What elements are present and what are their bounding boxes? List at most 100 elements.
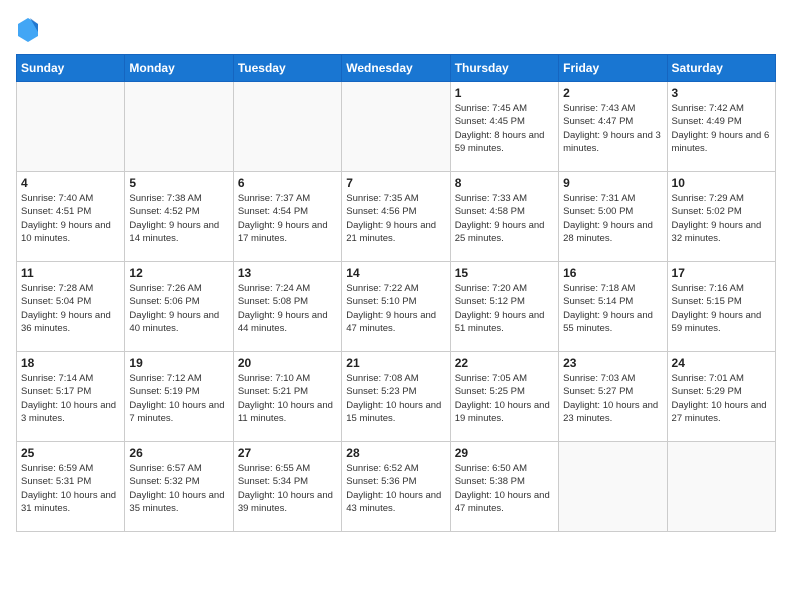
day-number: 6: [238, 176, 337, 190]
day-number: 23: [563, 356, 662, 370]
day-cell: [667, 442, 775, 532]
day-number: 16: [563, 266, 662, 280]
day-number: 24: [672, 356, 771, 370]
day-number: 21: [346, 356, 445, 370]
day-info: Sunrise: 7:38 AMSunset: 4:52 PMDaylight:…: [129, 192, 228, 245]
day-cell: 20Sunrise: 7:10 AMSunset: 5:21 PMDayligh…: [233, 352, 341, 442]
weekday-header-saturday: Saturday: [667, 55, 775, 82]
day-number: 28: [346, 446, 445, 460]
day-number: 22: [455, 356, 554, 370]
day-cell: 18 Sunrise: 7:14 AMSunset: 5:17 PMDayligh…: [17, 352, 125, 442]
weekday-header-thursday: Thursday: [450, 55, 558, 82]
day-number: 27: [238, 446, 337, 460]
day-info: Sunrise: 6:52 AMSunset: 5:36 PMDaylight:…: [346, 462, 445, 515]
day-info: Sunrise: 7:33 AMSunset: 4:58 PMDaylight:…: [455, 192, 554, 245]
day-number: 25: [21, 446, 120, 460]
weekday-header-row: SundayMondayTuesdayWednesdayThursdayFrid…: [17, 55, 776, 82]
day-info: Sunrise: 7:43 AMSunset: 4:47 PMDaylight:…: [563, 102, 662, 155]
week-row-0: 1 Sunrise: 7:45 AMSunset: 4:45 PMDaylight…: [17, 82, 776, 172]
logo: [16, 16, 44, 44]
day-number: 13: [238, 266, 337, 280]
weekday-header-friday: Friday: [559, 55, 667, 82]
day-number: 2: [563, 86, 662, 100]
day-info: Sunrise: 7:14 AMSunset: 5:17 PMDaylight:…: [21, 372, 120, 425]
day-info: Sunrise: 6:55 AMSunset: 5:34 PMDaylight:…: [238, 462, 337, 515]
day-info: Sunrise: 7:20 AMSunset: 5:12 PMDaylight:…: [455, 282, 554, 335]
day-number: 20: [238, 356, 337, 370]
day-cell: 25Sunrise: 6:59 AMSunset: 5:31 PMDayligh…: [17, 442, 125, 532]
week-row-4: 25Sunrise: 6:59 AMSunset: 5:31 PMDayligh…: [17, 442, 776, 532]
weekday-header-tuesday: Tuesday: [233, 55, 341, 82]
day-cell: 27 Sunrise: 6:55 AMSunset: 5:34 PMDayligh…: [233, 442, 341, 532]
day-number: 11: [21, 266, 120, 280]
day-info: Sunrise: 7:31 AMSunset: 5:00 PMDaylight:…: [563, 192, 662, 245]
day-cell: 15Sunrise: 7:20 AMSunset: 5:12 PMDayligh…: [450, 262, 558, 352]
day-cell: 23 Sunrise: 7:03 AMSunset: 5:27 PMDayligh…: [559, 352, 667, 442]
day-info: Sunrise: 7:28 AMSunset: 5:04 PMDaylight:…: [21, 282, 120, 335]
day-info: Sunrise: 7:26 AMSunset: 5:06 PMDaylight:…: [129, 282, 228, 335]
day-cell: [233, 82, 341, 172]
day-cell: 13 Sunrise: 7:24 AMSunset: 5:08 PMDayligh…: [233, 262, 341, 352]
day-number: 10: [672, 176, 771, 190]
day-info: Sunrise: 7:01 AMSunset: 5:29 PMDaylight:…: [672, 372, 771, 425]
day-info: Sunrise: 7:35 AMSunset: 4:56 PMDaylight:…: [346, 192, 445, 245]
day-cell: 28 Sunrise: 6:52 AMSunset: 5:36 PMDayligh…: [342, 442, 450, 532]
day-cell: 24 Sunrise: 7:01 AMSunset: 5:29 PMDayligh…: [667, 352, 775, 442]
day-number: 26: [129, 446, 228, 460]
day-info: Sunrise: 7:45 AMSunset: 4:45 PMDaylight:…: [455, 102, 554, 155]
day-cell: 6 Sunrise: 7:37 AMSunset: 4:54 PMDaylight…: [233, 172, 341, 262]
day-number: 5: [129, 176, 228, 190]
day-cell: 3 Sunrise: 7:42 AMSunset: 4:49 PMDaylight…: [667, 82, 775, 172]
logo-icon: [16, 16, 40, 44]
day-cell: 26 Sunrise: 6:57 AMSunset: 5:32 PMDayligh…: [125, 442, 233, 532]
day-cell: 5 Sunrise: 7:38 AMSunset: 4:52 PMDaylight…: [125, 172, 233, 262]
day-number: 18: [21, 356, 120, 370]
day-number: 12: [129, 266, 228, 280]
weekday-header-monday: Monday: [125, 55, 233, 82]
week-row-2: 11 Sunrise: 7:28 AMSunset: 5:04 PMDayligh…: [17, 262, 776, 352]
day-info: Sunrise: 7:40 AMSunset: 4:51 PMDaylight:…: [21, 192, 120, 245]
day-info: Sunrise: 7:16 AMSunset: 5:15 PMDaylight:…: [672, 282, 771, 335]
day-number: 9: [563, 176, 662, 190]
day-number: 4: [21, 176, 120, 190]
day-cell: [125, 82, 233, 172]
day-cell: 8 Sunrise: 7:33 AMSunset: 4:58 PMDaylight…: [450, 172, 558, 262]
day-info: Sunrise: 6:50 AMSunset: 5:38 PMDaylight:…: [455, 462, 554, 515]
day-cell: 16 Sunrise: 7:18 AMSunset: 5:14 PMDayligh…: [559, 262, 667, 352]
day-number: 14: [346, 266, 445, 280]
day-info: Sunrise: 7:12 AMSunset: 5:19 PMDaylight:…: [129, 372, 228, 425]
day-number: 3: [672, 86, 771, 100]
day-cell: 12 Sunrise: 7:26 AMSunset: 5:06 PMDayligh…: [125, 262, 233, 352]
day-cell: 11 Sunrise: 7:28 AMSunset: 5:04 PMDayligh…: [17, 262, 125, 352]
day-number: 7: [346, 176, 445, 190]
day-cell: 2 Sunrise: 7:43 AMSunset: 4:47 PMDaylight…: [559, 82, 667, 172]
day-cell: 29 Sunrise: 6:50 AMSunset: 5:38 PMDayligh…: [450, 442, 558, 532]
day-cell: 17 Sunrise: 7:16 AMSunset: 5:15 PMDayligh…: [667, 262, 775, 352]
day-info: Sunrise: 7:37 AMSunset: 4:54 PMDaylight:…: [238, 192, 337, 245]
day-info: Sunrise: 7:08 AMSunset: 5:23 PMDaylight:…: [346, 372, 445, 425]
day-cell: 21 Sunrise: 7:08 AMSunset: 5:23 PMDayligh…: [342, 352, 450, 442]
day-number: 17: [672, 266, 771, 280]
day-number: 1: [455, 86, 554, 100]
day-info: Sunrise: 7:22 AMSunset: 5:10 PMDaylight:…: [346, 282, 445, 335]
day-info: Sunrise: 7:29 AMSunset: 5:02 PMDaylight:…: [672, 192, 771, 245]
day-cell: 19 Sunrise: 7:12 AMSunset: 5:19 PMDayligh…: [125, 352, 233, 442]
calendar-table: SundayMondayTuesdayWednesdayThursdayFrid…: [16, 54, 776, 532]
day-cell: 1 Sunrise: 7:45 AMSunset: 4:45 PMDaylight…: [450, 82, 558, 172]
day-number: 8: [455, 176, 554, 190]
day-info: Sunrise: 7:03 AMSunset: 5:27 PMDaylight:…: [563, 372, 662, 425]
day-cell: 9 Sunrise: 7:31 AMSunset: 5:00 PMDaylight…: [559, 172, 667, 262]
day-number: 19: [129, 356, 228, 370]
day-cell: [342, 82, 450, 172]
day-info: Sunrise: 7:24 AMSunset: 5:08 PMDaylight:…: [238, 282, 337, 335]
day-info: Sunrise: 7:42 AMSunset: 4:49 PMDaylight:…: [672, 102, 771, 155]
day-number: 29: [455, 446, 554, 460]
day-cell: 22Sunrise: 7:05 AMSunset: 5:25 PMDayligh…: [450, 352, 558, 442]
weekday-header-wednesday: Wednesday: [342, 55, 450, 82]
day-info: Sunrise: 7:18 AMSunset: 5:14 PMDaylight:…: [563, 282, 662, 335]
day-info: Sunrise: 6:57 AMSunset: 5:32 PMDaylight:…: [129, 462, 228, 515]
day-cell: 10 Sunrise: 7:29 AMSunset: 5:02 PMDayligh…: [667, 172, 775, 262]
page-header: [16, 16, 776, 44]
day-cell: [17, 82, 125, 172]
week-row-3: 18 Sunrise: 7:14 AMSunset: 5:17 PMDayligh…: [17, 352, 776, 442]
